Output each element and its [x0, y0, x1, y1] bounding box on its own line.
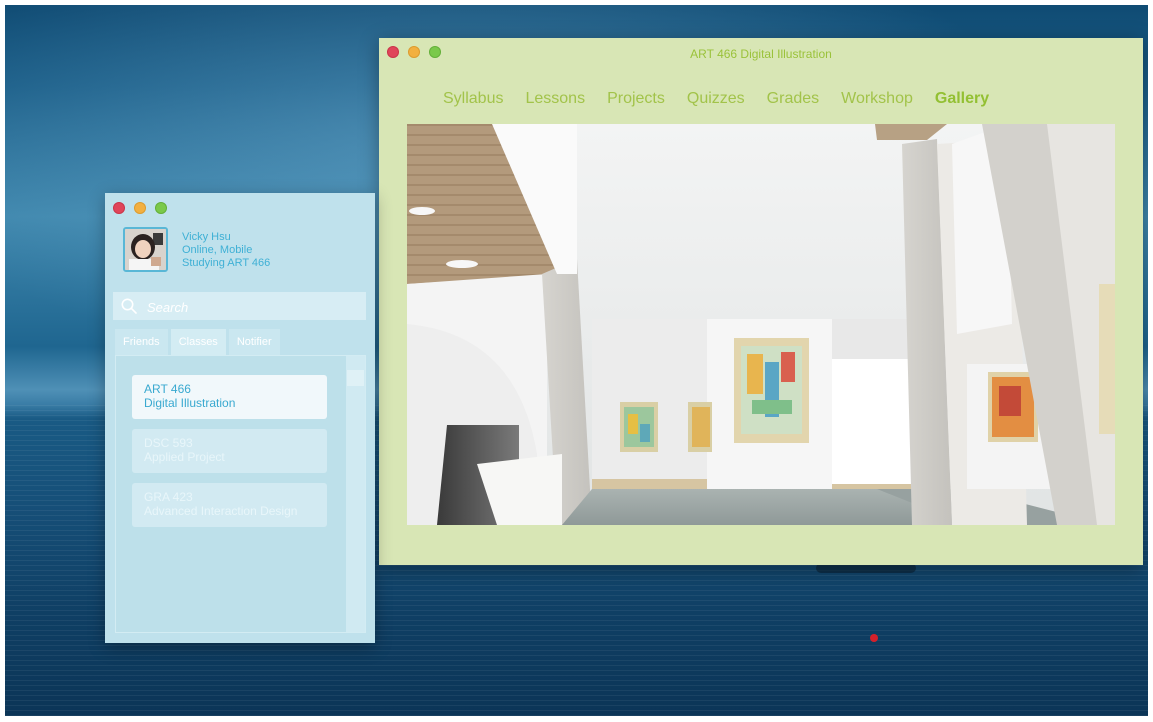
scroll-thumb[interactable]: [347, 370, 364, 386]
class-name: Advanced Interaction Design: [144, 504, 298, 518]
tab-projects[interactable]: Projects: [607, 90, 665, 108]
tab-notifier[interactable]: Notifier: [228, 329, 280, 355]
maximize-button[interactable]: [155, 202, 167, 214]
tab-lessons[interactable]: Lessons: [525, 90, 585, 108]
avatar[interactable]: [123, 227, 168, 272]
messenger-window-controls: [113, 202, 167, 214]
class-code: DSC 593: [144, 436, 193, 450]
wallpaper-buoy: [870, 634, 878, 642]
minimize-button[interactable]: [134, 202, 146, 214]
class-name: Applied Project: [144, 450, 225, 464]
profile-status: Online, Mobile: [182, 244, 253, 256]
class-name: Digital Illustration: [144, 396, 236, 410]
course-window-title: ART 466 Digital Illustration: [690, 47, 832, 61]
course-window: ART 466 Digital Illustration Syllabus Le…: [379, 38, 1143, 565]
class-item-dsc-593[interactable]: DSC 593 Applied Project: [132, 429, 327, 473]
tab-syllabus[interactable]: Syllabus: [443, 90, 503, 108]
search-bar[interactable]: [113, 292, 366, 320]
messenger-window: Vicky Hsu Online, Mobile Studying ART 46…: [105, 193, 375, 643]
class-code: ART 466: [144, 382, 191, 396]
messenger-tabs: Friends Classes Notifier: [115, 329, 280, 355]
tab-classes[interactable]: Classes: [170, 329, 226, 355]
class-list: ART 466 Digital Illustration DSC 593 App…: [115, 355, 366, 633]
course-nav: Syllabus Lessons Projects Quizzes Grades…: [443, 90, 989, 108]
class-code: GRA 423: [144, 490, 193, 504]
tab-grades[interactable]: Grades: [767, 90, 819, 108]
class-list-scrollbar[interactable]: [346, 356, 365, 632]
gallery-scene: [407, 124, 1115, 525]
gallery-3d-view[interactable]: [407, 124, 1115, 525]
avatar-photo: [125, 229, 166, 270]
search-input[interactable]: [145, 296, 359, 318]
search-icon: [121, 298, 137, 314]
profile-name: Vicky Hsu: [182, 231, 231, 243]
tab-workshop[interactable]: Workshop: [841, 90, 913, 108]
tab-friends[interactable]: Friends: [115, 329, 168, 355]
tab-gallery[interactable]: Gallery: [935, 90, 989, 108]
class-item-gra-423[interactable]: GRA 423 Advanced Interaction Design: [132, 483, 327, 527]
class-item-art-466[interactable]: ART 466 Digital Illustration: [132, 375, 327, 419]
profile-info: Vicky Hsu Online, Mobile Studying ART 46…: [182, 231, 270, 270]
close-button[interactable]: [113, 202, 125, 214]
tab-quizzes[interactable]: Quizzes: [687, 90, 745, 108]
profile-activity: Studying ART 466: [182, 257, 271, 269]
